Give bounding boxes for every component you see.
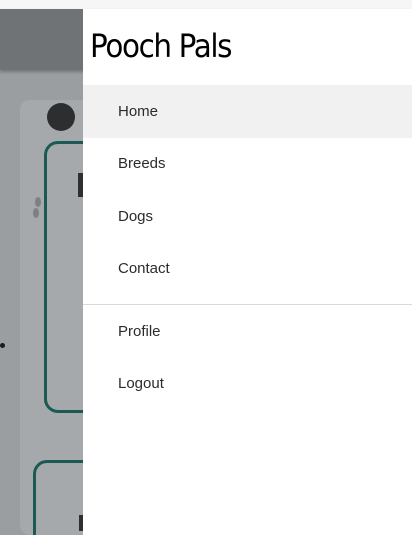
nav-item-home[interactable]: Home — [83, 85, 412, 138]
nav-item-logout[interactable]: Logout — [83, 358, 412, 411]
app-title: Pooch Pals — [90, 27, 233, 65]
nav-item-label: Breeds — [118, 155, 166, 173]
navigation-drawer: Pooch Pals Home Breeds Dogs Contact Prof… — [83, 9, 412, 535]
paw-decoration-icon — [33, 197, 41, 218]
status-strip — [0, 0, 412, 9]
nav-item-label: Logout — [118, 375, 164, 393]
account-nav-list: Profile Logout — [83, 305, 412, 410]
nav-item-label: Home — [118, 102, 159, 120]
nav-item-profile[interactable]: Profile — [83, 305, 412, 358]
avatar — [47, 103, 75, 131]
nav-item-contact[interactable]: Contact — [83, 243, 412, 296]
nav-item-label: Profile — [118, 322, 161, 340]
nav-item-label: Dogs — [118, 207, 154, 225]
primary-nav-list: Home Breeds Dogs Contact — [83, 85, 412, 295]
background-dot — [0, 343, 5, 348]
nav-item-dogs[interactable]: Dogs — [83, 190, 412, 243]
nav-item-label: Contact — [118, 260, 170, 278]
nav-item-breeds[interactable]: Breeds — [83, 138, 412, 191]
